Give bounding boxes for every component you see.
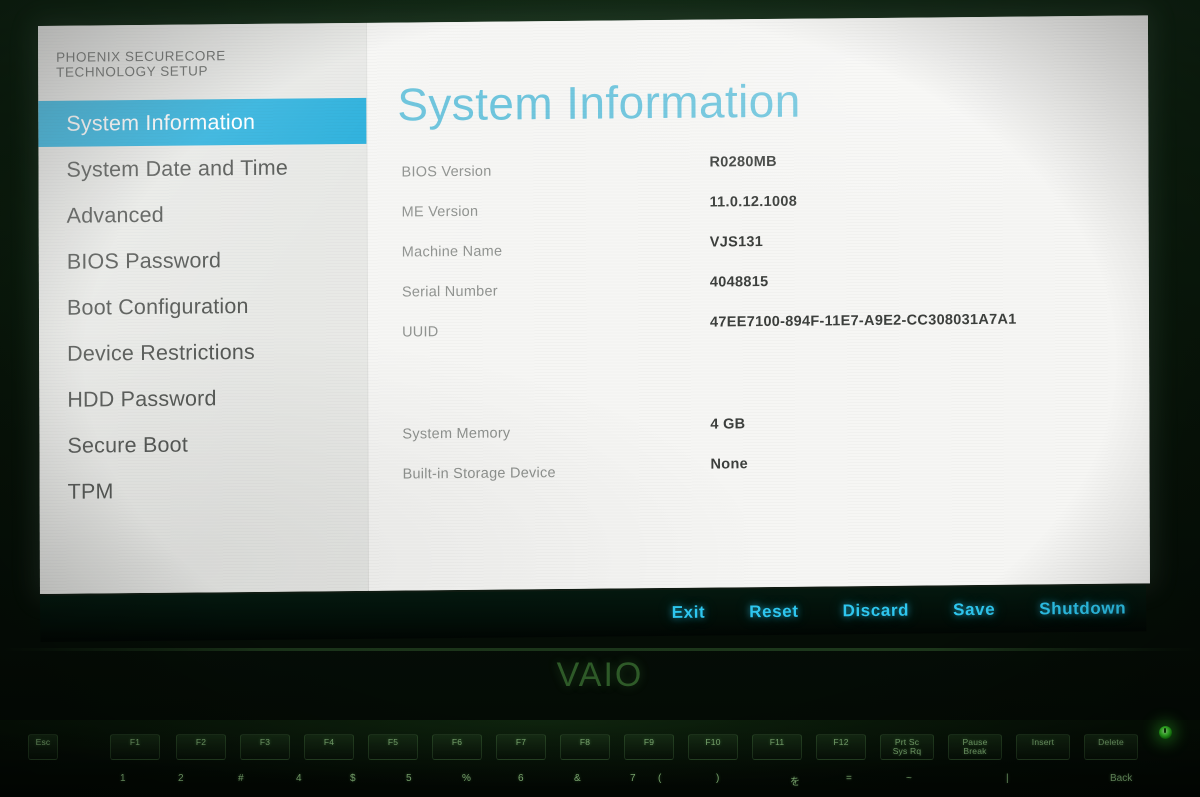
sidebar-item-label: TPM bbox=[67, 478, 114, 504]
key-7[interactable]: 7 bbox=[630, 773, 636, 784]
save-button[interactable]: Save bbox=[953, 600, 995, 620]
field-label: System Memory bbox=[402, 425, 511, 443]
sidebar-item-label: System Information bbox=[66, 109, 256, 136]
power-led-icon[interactable] bbox=[1159, 726, 1172, 739]
field-label: Serial Number bbox=[401, 283, 498, 301]
key-pause-break[interactable]: Pause Break bbox=[948, 734, 1002, 760]
key-f2[interactable]: F2 bbox=[176, 734, 226, 760]
field-label: Machine Name bbox=[401, 243, 503, 261]
key-[interactable]: を bbox=[790, 773, 800, 788]
key-f3[interactable]: F3 bbox=[240, 734, 290, 760]
field-machine-name: Machine Name VJS131 bbox=[402, 216, 1129, 263]
key-f7[interactable]: F7 bbox=[496, 734, 546, 760]
key-[interactable]: | bbox=[1006, 773, 1009, 784]
field-value: VJS131 bbox=[709, 234, 764, 251]
field-label: UUID bbox=[402, 324, 439, 341]
key-delete[interactable]: Delete bbox=[1084, 734, 1138, 760]
key-f4[interactable]: F4 bbox=[304, 734, 354, 760]
lid-hinge-line bbox=[0, 648, 1200, 651]
sidebar-item-advanced[interactable]: Advanced bbox=[39, 190, 367, 239]
key-[interactable]: % bbox=[462, 773, 471, 784]
field-value: 11.0.12.1008 bbox=[709, 193, 798, 211]
field-label: BIOS Version bbox=[401, 163, 492, 181]
sidebar-item-label: System Date and Time bbox=[66, 155, 289, 182]
key-esc[interactable]: Esc bbox=[28, 734, 58, 760]
key-f10[interactable]: F10 bbox=[688, 734, 738, 760]
sidebar-item-label: Secure Boot bbox=[67, 432, 189, 458]
sidebar-menu: System Information System Date and Time … bbox=[38, 97, 368, 515]
laptop-photo-scene: PHOENIX SECURECORE TECHNOLOGY SETUP Syst… bbox=[0, 0, 1200, 797]
sidebar-item-label: HDD Password bbox=[67, 385, 217, 412]
page-title: System Information bbox=[397, 74, 801, 131]
sidebar-item-boot-configuration[interactable]: Boot Configuration bbox=[39, 282, 367, 331]
field-serial-number: Serial Number 4048815 bbox=[402, 256, 1129, 303]
field-label: Built-in Storage Device bbox=[402, 465, 556, 483]
field-value: R0280MB bbox=[709, 153, 777, 171]
sidebar-item-device-restrictions[interactable]: Device Restrictions bbox=[39, 328, 367, 377]
field-value: 4 GB bbox=[710, 416, 746, 433]
sidebar-item-hdd-password[interactable]: HDD Password bbox=[39, 374, 367, 423]
key-1[interactable]: 1 bbox=[120, 773, 126, 784]
field-bios-version: BIOS Version R0280MB bbox=[401, 136, 1128, 183]
key-insert[interactable]: Insert bbox=[1016, 734, 1070, 760]
field-value: 47EE7100-894F-11E7-A9E2-CC308031A7A1 bbox=[709, 311, 1017, 331]
keyboard-number-row: 1 2 #4 $5% 6 & 7 () を = ~ | Back bbox=[0, 767, 1200, 793]
key-[interactable]: & bbox=[574, 773, 581, 784]
key-[interactable]: ~ bbox=[906, 773, 912, 784]
keyboard-deck: Esc F1 F2 F3 F4 F5 F6 F7 F8 F9 F10 F11 F12 Prt Sc Sys… bbox=[0, 720, 1200, 797]
key-4[interactable]: 4 bbox=[296, 773, 302, 784]
key-[interactable]: # bbox=[238, 773, 244, 784]
key-prt-sc-sys-rq[interactable]: Prt Sc Sys Rq bbox=[880, 734, 934, 760]
sidebar-item-label: Boot Configuration bbox=[66, 293, 249, 320]
exit-button[interactable]: Exit bbox=[672, 603, 706, 623]
key-[interactable]: ) bbox=[716, 773, 719, 784]
key-f5[interactable]: F5 bbox=[368, 734, 418, 760]
field-group-gap bbox=[402, 336, 1129, 405]
sidebar-item-secure-boot[interactable]: Secure Boot bbox=[39, 420, 367, 469]
system-information-fields: BIOS Version R0280MB ME Version 11.0.12.… bbox=[401, 136, 1129, 485]
vaio-logo: VAIO bbox=[0, 656, 1200, 695]
field-built-in-storage-device: Built-in Storage Device None bbox=[402, 438, 1129, 485]
reset-button[interactable]: Reset bbox=[749, 602, 799, 622]
field-label: ME Version bbox=[401, 203, 479, 221]
field-uuid: UUID 47EE7100-894F-11E7-A9E2-CC308031A7A… bbox=[402, 296, 1129, 343]
key-f1[interactable]: F1 bbox=[110, 734, 160, 760]
sidebar-item-tpm[interactable]: TPM bbox=[40, 466, 368, 515]
sidebar-item-label: Advanced bbox=[66, 202, 164, 228]
discard-button[interactable]: Discard bbox=[842, 601, 909, 622]
key-f6[interactable]: F6 bbox=[432, 734, 482, 760]
key-f9[interactable]: F9 bbox=[624, 734, 674, 760]
key-back[interactable]: Back bbox=[1110, 773, 1132, 784]
field-value: 4048815 bbox=[709, 274, 769, 291]
shutdown-button[interactable]: Shutdown bbox=[1039, 599, 1126, 620]
key-[interactable]: $ bbox=[350, 773, 356, 784]
key-6[interactable]: 6 bbox=[518, 773, 524, 784]
content-pane: System Information BIOS Version R0280MB … bbox=[366, 15, 1150, 591]
lcd-screen: PHOENIX SECURECORE TECHNOLOGY SETUP Syst… bbox=[38, 15, 1150, 595]
key-[interactable]: ( bbox=[658, 773, 661, 784]
field-value: None bbox=[710, 456, 749, 473]
sidebar-item-bios-password[interactable]: BIOS Password bbox=[39, 236, 367, 285]
brand-title: PHOENIX SECURECORE TECHNOLOGY SETUP bbox=[56, 48, 226, 80]
sidebar-item-label: BIOS Password bbox=[66, 247, 222, 274]
field-me-version: ME Version 11.0.12.1008 bbox=[402, 176, 1129, 223]
keyboard-function-row: Esc F1 F2 F3 F4 F5 F6 F7 F8 F9 F10 F11 F12 Prt Sc Sys… bbox=[0, 734, 1200, 762]
sidebar-item-system-date-and-time[interactable]: System Date and Time bbox=[38, 144, 366, 193]
sidebar: PHOENIX SECURECORE TECHNOLOGY SETUP Syst… bbox=[38, 22, 368, 595]
vaio-logo-text: VAIO bbox=[556, 656, 644, 694]
key-2[interactable]: 2 bbox=[178, 773, 184, 784]
key-5[interactable]: 5 bbox=[406, 773, 412, 784]
field-system-memory: System Memory 4 GB bbox=[402, 398, 1129, 445]
key-f11[interactable]: F11 bbox=[752, 734, 802, 760]
key-f12[interactable]: F12 bbox=[816, 734, 866, 760]
sidebar-item-label: Device Restrictions bbox=[67, 339, 255, 366]
sidebar-item-system-information[interactable]: System Information bbox=[38, 97, 367, 148]
key-f8[interactable]: F8 bbox=[560, 734, 610, 760]
key-[interactable]: = bbox=[846, 773, 852, 784]
